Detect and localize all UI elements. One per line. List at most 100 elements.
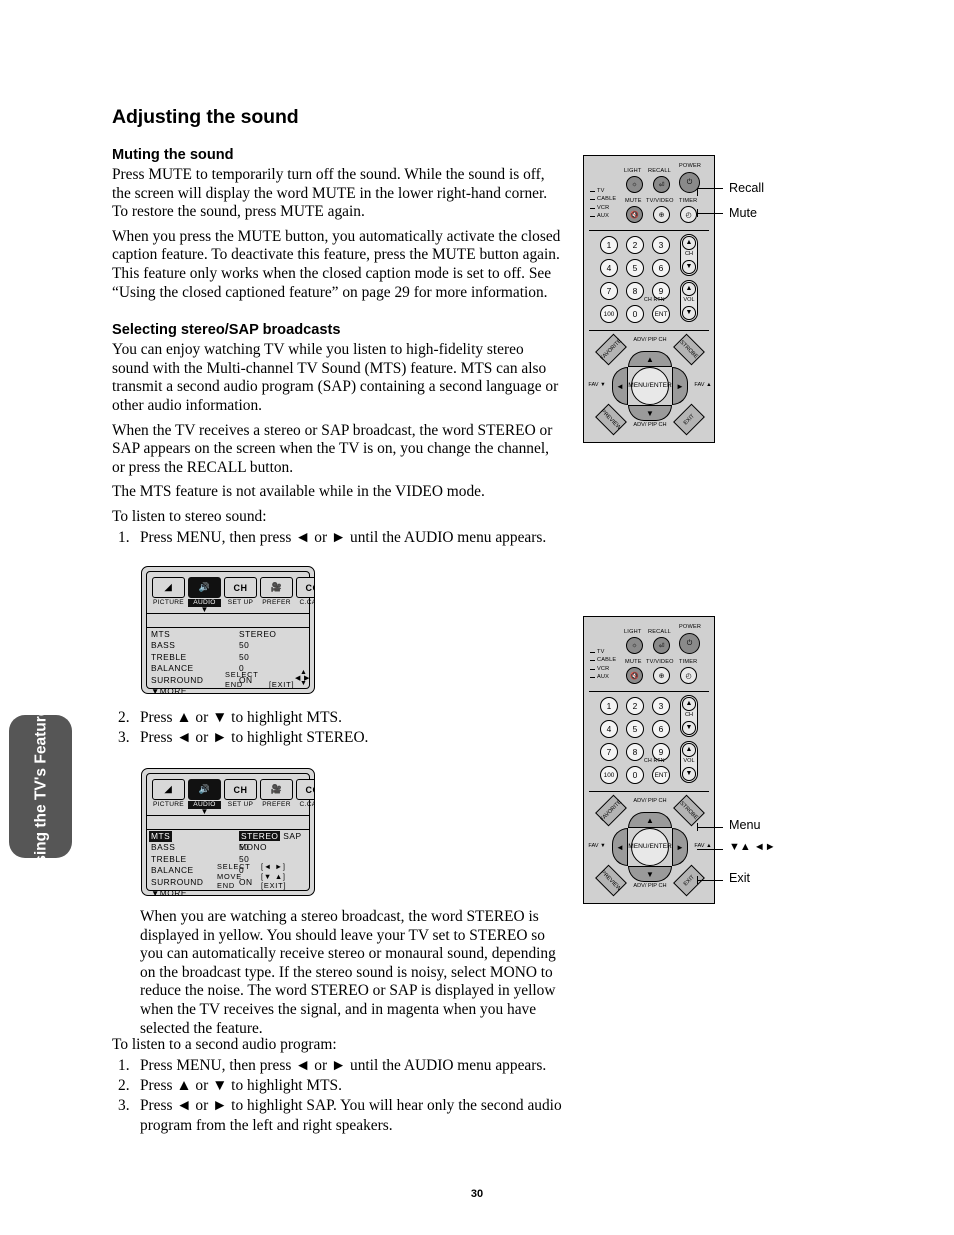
osd-tab-prefer[interactable]: 🎥 PREFER [260, 576, 293, 607]
ch-up-button[interactable]: ▲ [682, 236, 696, 250]
osd-tab-ccapt[interactable]: CCC.CAPT [296, 778, 314, 809]
osd-tab-picture[interactable]: ◢ PICTURE [152, 576, 185, 607]
key-ent[interactable]: ENT [652, 766, 670, 784]
key-0[interactable]: 0 [626, 305, 644, 323]
vol-down-button[interactable]: ▼ [682, 306, 696, 320]
mute-button[interactable]: 🔇 [626, 206, 643, 223]
mute-button[interactable]: 🔇 [626, 667, 643, 684]
osd-option-sap[interactable]: SAP [283, 831, 301, 841]
key-5[interactable]: 5 [626, 720, 644, 738]
tv-video-button[interactable]: ⊕ [653, 667, 670, 684]
label-mute: MUTE [625, 198, 642, 204]
mode-item-vcr[interactable]: VCR [590, 204, 616, 212]
osd-tab-prefer[interactable]: 🎥 PREFER [260, 778, 293, 809]
timer-button[interactable]: ◴ [680, 206, 697, 223]
osd-row[interactable]: MTS STEREO [147, 629, 309, 640]
osd-row[interactable]: TREBLE 50 [147, 652, 309, 663]
list-item: 2. Press ▲ or ▼ to highlight MTS. [112, 708, 564, 727]
strobe-button[interactable]: STROBE [673, 333, 705, 366]
vol-up-button[interactable]: ▲ [682, 743, 696, 757]
ch-up-button[interactable]: ▲ [682, 697, 696, 711]
nav-right-button[interactable]: ► [672, 828, 688, 866]
ch-down-button[interactable]: ▼ [682, 260, 696, 274]
recall-button[interactable]: ⏎ [653, 637, 670, 654]
callout-exit: Exit [729, 871, 750, 885]
key-6[interactable]: 6 [652, 259, 670, 277]
key-4[interactable]: 4 [600, 720, 618, 738]
mode-item-cable[interactable]: CABLE [590, 195, 616, 203]
key-3[interactable]: 3 [652, 697, 670, 715]
osd-tab-setup[interactable]: CH SET UP [224, 778, 257, 809]
osd-footer-line: SELECT [225, 670, 294, 680]
key-7[interactable]: 7 [600, 743, 618, 761]
mode-item-tv[interactable]: TV [590, 648, 616, 656]
nav-down-button[interactable]: ▼ [628, 866, 672, 882]
strobe-button[interactable]: STROBE [673, 794, 705, 827]
steps-stereo-rest: 2. Press ▲ or ▼ to highlight MTS. 3. Press… [112, 708, 564, 748]
osd-tab-ccapt[interactable]: CCC.CAPT [296, 576, 314, 607]
nav-left-button[interactable]: ◄ [612, 828, 628, 866]
key-1[interactable]: 1 [600, 697, 618, 715]
preview-button[interactable]: PREVIEW [595, 403, 627, 436]
tv-video-button[interactable]: ⊕ [653, 206, 670, 223]
mode-item-aux[interactable]: AUX [590, 212, 616, 220]
osd-divider-top [147, 815, 309, 817]
paragraph-mute-2: When you press the MUTE button, you auto… [112, 227, 561, 301]
vol-up-button[interactable]: ▲ [682, 282, 696, 296]
osd-option-stereo[interactable]: STEREO [239, 831, 281, 841]
nav-left-button[interactable]: ◄ [612, 367, 628, 405]
label-recall: RECALL [648, 629, 671, 635]
light-button[interactable]: ☼ [626, 637, 643, 654]
nav-down-button[interactable]: ▼ [628, 405, 672, 421]
key-8[interactable]: 8 [626, 282, 644, 300]
key-8[interactable]: 8 [626, 743, 644, 761]
preview-button[interactable]: PREVIEW [595, 864, 627, 897]
key-6[interactable]: 6 [652, 720, 670, 738]
key-2[interactable]: 2 [626, 236, 644, 254]
ch-down-button[interactable]: ▼ [682, 721, 696, 735]
key-100[interactable]: 100 [600, 766, 618, 784]
timer-button[interactable]: ◴ [680, 667, 697, 684]
key-5[interactable]: 5 [626, 259, 644, 277]
osd-tab-audio[interactable]: 🔊 AUDIO ▼ [188, 576, 221, 614]
osd-tab-audio[interactable]: 🔊 AUDIO ▼ [188, 778, 221, 816]
key-100[interactable]: 100 [600, 305, 618, 323]
osd-row-value: STEREO [239, 629, 277, 639]
power-button[interactable]: ⏻ [679, 633, 700, 654]
ch-rocker[interactable]: ▲ CH ▼ [680, 695, 698, 737]
key-1[interactable]: 1 [600, 236, 618, 254]
vol-rocker[interactable]: ▲ VOL ▼ [680, 741, 698, 783]
remote-control-diagram-2: LIGHT RECALL POWER MUTE TV/VIDEO TIMER ☼ ⏎ ⏻ 🔇 ⊕ ◴ T… [583, 616, 715, 904]
osd-row[interactable]: BASS 50 [147, 842, 309, 853]
nav-right-button[interactable]: ► [672, 367, 688, 405]
mode-item-cable[interactable]: CABLE [590, 656, 616, 664]
vol-rocker[interactable]: ▲ VOL ▼ [680, 280, 698, 322]
nav-up-button[interactable]: ▲ [628, 812, 672, 828]
vol-down-button[interactable]: ▼ [682, 767, 696, 781]
osd-row[interactable]: MTS STEREO SAP MONO [147, 831, 309, 852]
key-7[interactable]: 7 [600, 282, 618, 300]
key-2[interactable]: 2 [626, 697, 644, 715]
osd-tab-picture[interactable]: ◢ PICTURE [152, 778, 185, 809]
osd-tab-setup[interactable]: CH SET UP [224, 576, 257, 607]
light-button[interactable]: ☼ [626, 176, 643, 193]
mode-item-tv[interactable]: TV [590, 187, 616, 195]
key-0[interactable]: 0 [626, 766, 644, 784]
exit-button[interactable]: EXIT [673, 403, 705, 436]
favorite-button[interactable]: FAVORITE [595, 794, 627, 827]
osd-tab-label: PREFER [262, 599, 291, 606]
key-ent[interactable]: ENT [652, 305, 670, 323]
menu-enter-button[interactable]: MENU/ENTER [628, 367, 672, 405]
osd-row[interactable]: BASS 50 [147, 640, 309, 651]
nav-up-button[interactable]: ▲ [628, 351, 672, 367]
ch-rocker[interactable]: ▲ CH ▼ [680, 234, 698, 276]
recall-button[interactable]: ⏎ [653, 176, 670, 193]
key-4[interactable]: 4 [600, 259, 618, 277]
favorite-button[interactable]: FAVORITE [595, 333, 627, 366]
mode-item-aux[interactable]: AUX [590, 673, 616, 681]
mode-item-vcr[interactable]: VCR [590, 665, 616, 673]
osd-row-key: SURROUND [151, 876, 204, 887]
label-light: LIGHT [624, 168, 642, 174]
key-3[interactable]: 3 [652, 236, 670, 254]
menu-enter-button[interactable]: MENU/ENTER [628, 828, 672, 866]
